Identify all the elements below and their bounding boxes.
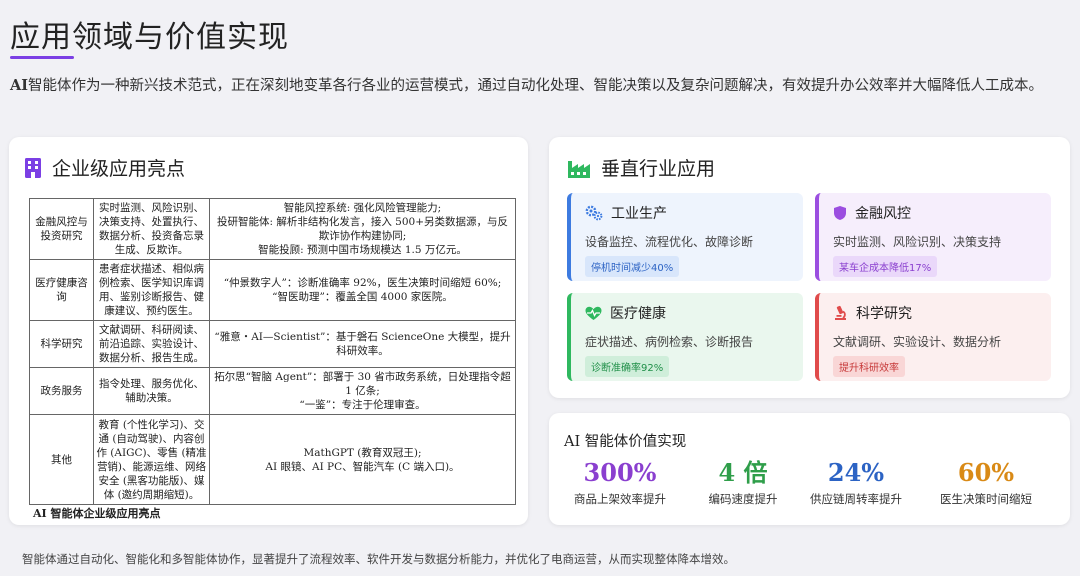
table-caption: AI 智能体企业级应用亮点 [33,507,161,520]
table-cell-tasks: 实时监测、风险识别、决策支持、处置执行、数据分析、投资备忘录生成、反欺诈。 [93,198,210,260]
tile-science: 科学研究 文献调研、实验设计、数据分析 提升科研效率 [815,293,1051,381]
vertical-heading: 垂直行业应用 [567,154,715,181]
tile-industry-title: 工业生产 [611,206,667,222]
table-row: 金融风控与投资研究 实时监测、风险识别、决策支持、处置执行、数据分析、投资备忘录生… [29,198,516,260]
enterprise-heading-text: 企业级应用亮点 [52,158,186,180]
metric-item: 24% 供应链周转率提升 [796,458,916,507]
gears-icon [585,205,603,221]
table-cell-tasks: 指令处理、服务优化、辅助决策。 [93,367,210,415]
tile-health-desc: 症状描述、病例检索、诊断报告 [585,335,754,349]
table-cell-cases: 拓尔思“智脑 Agent”：部署于 30 省市政务系统，日处理指令超 1 亿条;… [209,367,516,415]
metric-item: 300% 商品上架效率提升 [560,458,680,507]
tile-finance-badge: 某车企成本降低17% [833,256,938,277]
tile-health-badge: 诊断准确率92% [585,356,670,377]
table-row: 政务服务 指令处理、服务优化、辅助决策。 拓尔思“智脑 Agent”：部署于 30 … [29,367,516,415]
table-cell-field: 科学研究 [29,320,94,368]
tile-finance-title: 金融风控 [855,206,911,222]
page-title: 应用领域与价值实现 [10,20,289,55]
table-cell-cases: “仲景数字人”：诊断准确率 92%，医生决策时间缩短 60%; “智医助理”：覆… [209,259,516,321]
heartbeat-icon [585,306,602,320]
table-cell-cases: “雅意・AI—Scientist”：基于磐石 ScienceOne 大模型，提升… [209,320,516,368]
metric-value: 24% [827,458,885,487]
metric-label: 商品上架效率提升 [574,492,666,506]
tile-industry: 工业生产 设备监控、流程优化、故障诊断 停机时间减少40% [567,193,803,281]
metric-value: 60% [957,458,1015,487]
tile-industry-badge: 停机时间减少40% [585,256,680,277]
table-cell-tasks: 患者症状描述、相似病例检索、医学知识库调用、鉴别诊断报告、健康建议、预约医生。 [93,259,210,321]
table-cell-field: 金融风控与投资研究 [29,198,94,260]
metric-label: 供应链周转率提升 [810,492,902,506]
metric-label: 医生决策时间缩短 [940,492,1032,506]
metric-item: 60% 医生决策时间缩短 [926,458,1046,507]
footer-summary: 智能体通过自动化、智能化和多智能体协作，显著提升了流程效率、软件开发与数据分析能… [22,552,735,566]
vertical-heading-text: 垂直行业应用 [601,158,716,180]
microscope-icon [835,305,846,320]
intro-text: 智能体作为一种新兴技术范式，正在深刻地变革各行各业的运营模式，通过自动化处理、智… [28,78,1044,94]
tile-science-desc: 文献调研、实验设计、数据分析 [833,335,1002,349]
table-row: 科学研究 文献调研、科研阅读、前沿追踪、实验设计、数据分析、报告生成。 “雅意・AI… [29,320,516,368]
title-underline [10,56,74,59]
table-row: 医疗健康咨询 患者症状描述、相似病例检索、医学知识库调用、鉴别诊断报告、健康建议、… [29,259,516,321]
shield-icon [834,206,846,220]
metric-value: 300% [583,458,657,487]
building-icon [25,157,41,178]
value-title: AI 智能体价值实现 [564,434,687,450]
table-cell-field: 其他 [29,414,94,505]
factory-icon [568,160,590,178]
tile-finance: 金融风控 实时监测、风险识别、决策支持 某车企成本降低17% [815,193,1051,281]
table-cell-field: 政务服务 [29,367,94,415]
intro-bold: AI [10,77,29,94]
tile-science-badge: 提升科研效率 [833,356,905,377]
enterprise-heading: 企业级应用亮点 [24,154,185,181]
table-cell-cases: MathGPT (教育双冠王); AI 眼镜、AI PC、智能汽车 (C 端入口… [209,414,516,505]
table-cell-cases: 智能风控系统: 强化风险管理能力; 投研智能体: 解析非结构化发言，接入 500… [209,198,516,260]
table-cell-tasks: 文献调研、科研阅读、前沿追踪、实验设计、数据分析、报告生成。 [93,320,210,368]
tile-finance-desc: 实时监测、风险识别、决策支持 [833,235,1002,249]
metric-item: 4 倍 编码速度提升 [683,458,803,507]
tile-science-title: 科学研究 [856,306,912,322]
tile-health: 医疗健康 症状描述、病例检索、诊断报告 诊断准确率92% [567,293,803,381]
table-cell-tasks: 教育 (个性化学习)、交通 (自动驾驶)、内容创作 (AIGC)、零售 (精准营… [93,414,210,505]
tile-industry-desc: 设备监控、流程优化、故障诊断 [585,235,754,249]
intro-paragraph: AI智能体作为一种新兴技术范式，正在深刻地变革各行各业的运营模式，通过自动化处理… [10,74,1070,98]
tile-health-title: 医疗健康 [610,306,666,322]
table-row: 其他 教育 (个性化学习)、交通 (自动驾驶)、内容创作 (AIGC)、零售 (精… [29,414,516,505]
metric-value: 4 倍 [718,458,768,487]
enterprise-table: 金融风控与投资研究 实时监测、风险识别、决策支持、处置执行、数据分析、投资备忘录生… [29,198,516,505]
metric-label: 编码速度提升 [708,492,778,506]
table-cell-field: 医疗健康咨询 [29,259,94,321]
